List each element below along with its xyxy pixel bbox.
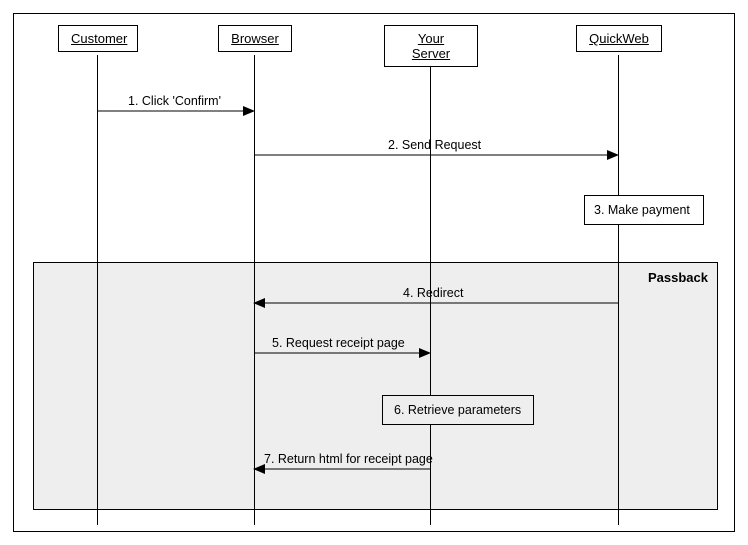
passback-label: Passback [648, 270, 708, 285]
actor-customer: Customer [58, 25, 138, 52]
diagram-wrapper: Passback Customer Browser Your Server Qu… [0, 0, 748, 545]
lifeline-quickweb [618, 55, 619, 525]
lifeline-browser [254, 55, 255, 525]
msg7-label: 7. Return html for receipt page [264, 452, 433, 466]
actor-server: Your Server [384, 25, 478, 67]
msg2-label: 2. Send Request [388, 138, 481, 152]
msg5-label: 5. Request receipt page [272, 336, 405, 350]
msg6-label: 6. Retrieve parameters [394, 403, 521, 417]
lifeline-customer [97, 55, 98, 525]
msg3-label: 3. Make payment [594, 203, 690, 217]
msg4-label: 4. Redirect [403, 286, 463, 300]
actor-quickweb: QuickWeb [576, 25, 662, 52]
msg1-label: 1. Click 'Confirm' [128, 94, 221, 108]
actor-browser: Browser [218, 25, 292, 52]
passback-fragment [33, 262, 718, 510]
